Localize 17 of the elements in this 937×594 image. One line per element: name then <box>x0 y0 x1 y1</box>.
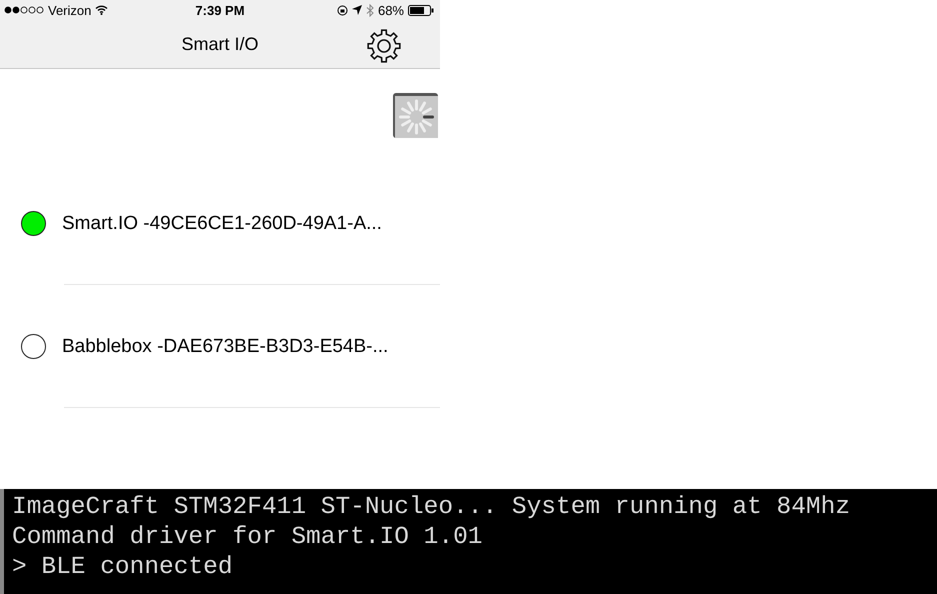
nav-title: Smart I/O <box>181 34 258 54</box>
carrier-name: Verizon <box>48 2 92 18</box>
settings-icon[interactable] <box>366 28 402 64</box>
device-name[interactable]: Smart.IO -49CE6CE1-260D-49A1-A... <box>62 212 382 234</box>
terminal-line: ImageCraft STM32F411 ST-Nucleo... System running at 84Mhz <box>12 493 852 523</box>
terminal-line: > BLE connected <box>12 553 234 583</box>
bluetooth-icon <box>366 4 374 16</box>
terminal-line: Command driver for Smart.IO 1.01 <box>12 523 484 553</box>
wifi-icon <box>95 5 108 15</box>
rotation-lock-icon <box>336 4 348 16</box>
device-name[interactable]: Babblebox -DAE673BE-B3D3-E54B-... <box>62 336 388 358</box>
clock-time: 7:39 PM <box>195 2 245 18</box>
location-arrow-icon <box>352 5 362 15</box>
loading-spinner-icon <box>393 93 438 138</box>
battery-icon <box>408 4 434 16</box>
signal-icon <box>4 6 44 14</box>
battery-percent: 68% <box>378 2 404 18</box>
